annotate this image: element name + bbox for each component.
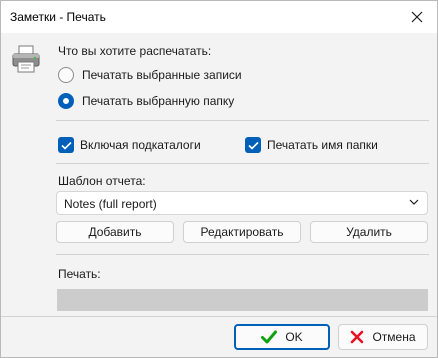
radio-button-selected[interactable] bbox=[58, 93, 74, 109]
radio-print-selected-folder[interactable]: Печатать выбранную папку bbox=[58, 93, 234, 109]
radio-label: Печатать выбранные записи bbox=[82, 68, 242, 82]
dialog-body: Что вы хотите распечатать: Печатать выбр… bbox=[1, 33, 437, 357]
progress-label: Печать: bbox=[58, 267, 101, 281]
checkbox[interactable] bbox=[245, 137, 261, 153]
checkbox-include-subfolders[interactable]: Включая подкаталоги bbox=[58, 137, 201, 153]
template-selected-value: Notes (full report) bbox=[64, 197, 157, 211]
checkbox-label: Печатать имя папки bbox=[267, 138, 378, 152]
ok-label: OK bbox=[285, 330, 303, 344]
chevron-down-icon bbox=[409, 199, 419, 205]
print-progress-bar bbox=[57, 289, 428, 311]
title-bar: Заметки - Печать bbox=[1, 1, 437, 33]
checkbox[interactable] bbox=[58, 137, 74, 153]
radio-label: Печатать выбранную папку bbox=[82, 94, 235, 108]
close-button[interactable] bbox=[397, 1, 437, 33]
checkbox-label: Включая подкаталоги bbox=[80, 138, 201, 152]
printer-icon bbox=[12, 45, 40, 73]
checkmark-icon bbox=[60, 141, 72, 150]
checkbox-print-folder-name[interactable]: Печатать имя папки bbox=[245, 137, 378, 153]
template-label: Шаблон отчета: bbox=[58, 174, 146, 188]
window-title: Заметки - Печать bbox=[10, 10, 106, 24]
add-template-button[interactable]: Добавить bbox=[56, 221, 174, 243]
ok-button[interactable]: OK bbox=[234, 324, 330, 350]
radio-button[interactable] bbox=[58, 67, 74, 83]
print-question-label: Что вы хотите распечатать: bbox=[58, 44, 212, 58]
cancel-label: Отмена bbox=[372, 330, 416, 344]
print-dialog: Заметки - Печать Что вы хотите распечата… bbox=[0, 0, 438, 358]
close-icon bbox=[411, 11, 423, 23]
edit-template-button[interactable]: Редактировать bbox=[183, 221, 301, 243]
cancel-x-icon bbox=[351, 330, 364, 344]
delete-template-button[interactable]: Удалить bbox=[310, 221, 428, 243]
radio-print-selected-records[interactable]: Печатать выбранные записи bbox=[58, 67, 242, 83]
ok-check-icon bbox=[261, 330, 278, 344]
template-dropdown[interactable]: Notes (full report) bbox=[56, 191, 428, 215]
checkmark-icon bbox=[247, 141, 259, 150]
divider bbox=[56, 120, 429, 121]
cancel-button[interactable]: Отмена bbox=[338, 324, 428, 350]
divider bbox=[56, 163, 429, 164]
divider bbox=[1, 316, 437, 317]
divider bbox=[56, 254, 429, 255]
